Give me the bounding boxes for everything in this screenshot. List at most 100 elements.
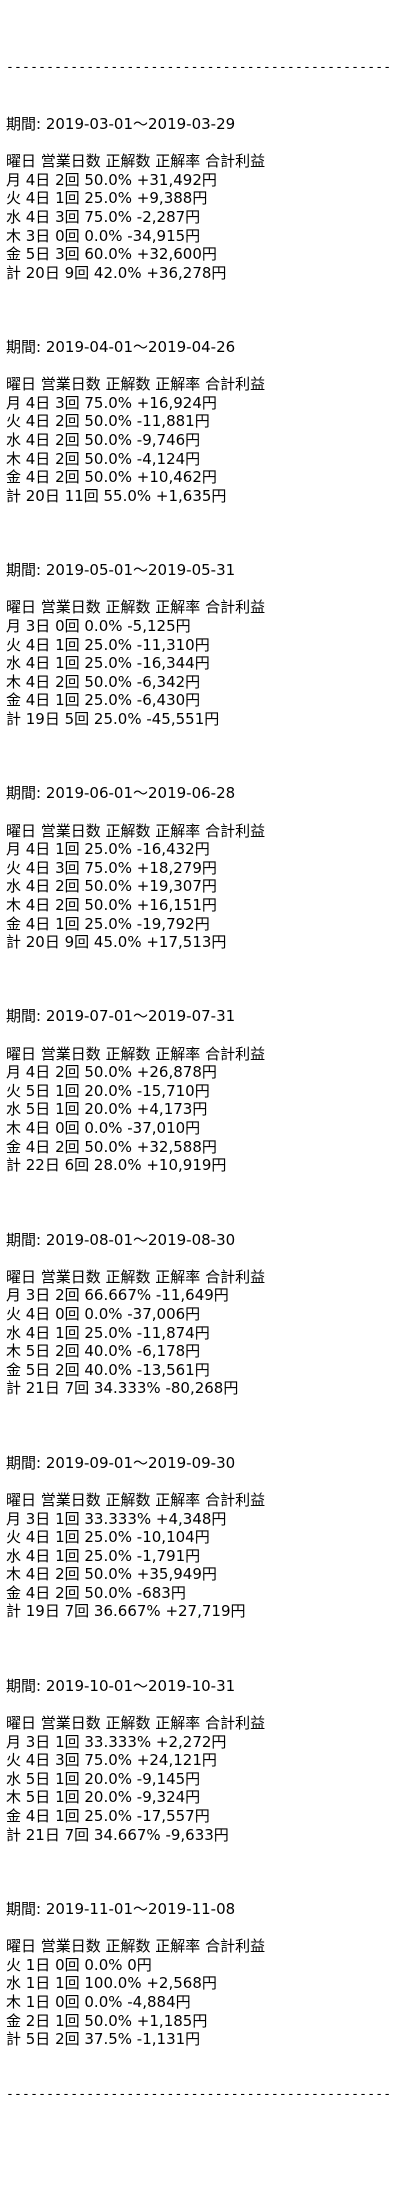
weekday-row: 月 4日 1回 25.0% -16,432円 (6, 840, 210, 859)
period-title: 期間: 2019-09-01～2019-09-30 (6, 1454, 396, 1473)
period-block: 期間: 2019-07-01～2019-07-31 曜日 営業日数 正解数 正解率… (6, 952, 396, 1175)
weekday-row: 火 4日 0回 0.0% -37,006円 (6, 1304, 201, 1323)
total-row: 計 21日 7回 34.333% -80,268円 (6, 1379, 239, 1398)
table-header: 曜日 営業日数 正解数 正解率 合計利益 (6, 152, 266, 171)
weekday-row: 水 4日 3回 75.0% -2,287円 (6, 207, 201, 226)
weekday-row: 木 4日 2回 50.0% +35,949円 (6, 1565, 217, 1584)
weekday-row: 水 4日 2回 50.0% -9,746円 (6, 431, 201, 450)
weekday-row: 木 4日 2回 50.0% -4,124円 (6, 449, 201, 468)
weekday-row: 火 4日 2回 50.0% -11,881円 (6, 412, 210, 431)
table-header: 曜日 営業日数 正解数 正解率 合計利益 (6, 1044, 266, 1063)
weekday-row: 火 4日 1回 25.0% -11,310円 (6, 635, 210, 654)
total-row: 計 19日 5回 25.0% -45,551円 (6, 709, 220, 728)
period-label: 期間: (6, 1007, 46, 1026)
weekday-row: 金 4日 1回 25.0% -19,792円 (6, 914, 210, 933)
period-range: 2019-10-01～2019-10-31 (45, 1676, 236, 1695)
weekday-row: 木 4日 2回 50.0% +16,151円 (6, 895, 217, 914)
table-header: 曜日 営業日数 正解数 正解率 合計利益 (6, 1714, 266, 1733)
report-text: ----------------------------------------… (6, 22, 396, 2123)
period-range: 2019-08-01～2019-08-30 (45, 1230, 236, 1249)
weekday-row: 火 4日 3回 75.0% +18,279円 (6, 858, 217, 877)
weekday-row: 金 5日 3回 60.0% +32,600円 (6, 245, 217, 264)
period-label: 期間: (6, 114, 46, 133)
weekday-row: 水 1日 1回 100.0% +2,568円 (6, 1974, 217, 1993)
weekday-row: 水 4日 2回 50.0% +19,307円 (6, 877, 217, 896)
period-range: 2019-11-01～2019-11-08 (45, 1899, 236, 1918)
period-range: 2019-07-01～2019-07-31 (45, 1007, 236, 1026)
period-range: 2019-06-01～2019-06-28 (45, 784, 236, 803)
weekday-row: 金 4日 2回 50.0% -683円 (6, 1583, 186, 1602)
weekday-row: 金 4日 2回 50.0% +32,588円 (6, 1137, 217, 1156)
table-header: 曜日 営業日数 正解数 正解率 合計利益 (6, 375, 266, 394)
weekday-row: 金 4日 1回 25.0% -17,557円 (6, 1807, 210, 1825)
weekday-row: 水 4日 1回 25.0% -1,791円 (6, 1546, 201, 1565)
period-label: 期間: (6, 784, 46, 803)
table-header: 曜日 営業日数 正解数 正解率 合計利益 (6, 1267, 266, 1286)
weekday-row: 木 4日 0回 0.0% -37,010円 (6, 1119, 201, 1138)
total-row: 計 20日 11回 55.0% +1,635円 (6, 486, 227, 505)
period-range: 2019-05-01～2019-05-31 (45, 561, 236, 580)
weekday-row: 木 3日 0回 0.0% -34,915円 (6, 226, 201, 245)
total-row: 計 20日 9回 45.0% +17,513円 (6, 933, 227, 952)
weekday-row: 水 5日 1回 20.0% +4,173円 (6, 1100, 208, 1119)
weekday-row: 木 4日 2回 50.0% -6,342円 (6, 672, 201, 691)
period-range: 2019-03-01～2019-03-29 (45, 114, 236, 133)
total-row: 計 21日 7回 34.667% -9,633円 (6, 1825, 229, 1844)
top-separator-rule: ----------------------------------------… (6, 60, 392, 76)
weekday-row: 月 4日 2回 50.0% +26,878円 (6, 1063, 217, 1082)
weekday-row: 水 4日 1回 25.0% -11,874円 (6, 1323, 210, 1342)
period-label: 期間: (6, 561, 46, 580)
period-block: 期間: 2019-05-01～2019-05-31 曜日 営業日数 正解数 正解率… (6, 505, 396, 728)
total-row: 計 20日 9回 42.0% +36,278円 (6, 263, 227, 282)
weekday-row: 火 1日 0回 0.0% 0円 (6, 1955, 152, 1974)
period-title: 期間: 2019-10-01～2019-10-31 (6, 1677, 396, 1696)
period-title: 期間: 2019-04-01～2019-04-26 (6, 338, 396, 357)
total-row: 計 22日 6回 28.0% +10,919円 (6, 1156, 227, 1175)
period-title: 期間: 2019-08-01～2019-08-30 (6, 1231, 396, 1250)
weekday-row: 月 4日 3回 75.0% +16,924円 (6, 393, 217, 412)
period-block: 期間: 2019-04-01～2019-04-26 曜日 営業日数 正解数 正解率… (6, 282, 396, 505)
total-row: 計 5日 2回 37.5% -1,131円 (6, 2030, 201, 2049)
period-range: 2019-04-01～2019-04-26 (45, 338, 236, 357)
weekday-row: 金 4日 1回 25.0% -6,430円 (6, 691, 201, 710)
period-block: 期間: 2019-10-01～2019-10-31 曜日 営業日数 正解数 正解率… (6, 1621, 396, 1844)
period-block: 期間: 2019-08-01～2019-08-30 曜日 営業日数 正解数 正解率… (6, 1175, 396, 1398)
weekday-row: 火 4日 1回 25.0% +9,388円 (6, 189, 208, 208)
table-header: 曜日 営業日数 正解数 正解率 合計利益 (6, 598, 266, 617)
weekday-row: 火 4日 3回 75.0% +24,121円 (6, 1751, 217, 1770)
weekday-row: 金 4日 2回 50.0% +10,462円 (6, 468, 217, 487)
period-block: 期間: 2019-03-01～2019-03-29 曜日 営業日数 正解数 正解率… (6, 115, 396, 282)
period-label: 期間: (6, 338, 46, 357)
period-label: 期間: (6, 1676, 46, 1695)
weekday-row: 水 4日 1回 25.0% -16,344円 (6, 654, 210, 673)
weekday-row: 火 4日 1回 25.0% -10,104円 (6, 1528, 210, 1547)
period-title: 期間: 2019-11-01～2019-11-08 (6, 1900, 396, 1919)
weekday-row: 金 2日 1回 50.0% +1,185円 (6, 2011, 208, 2030)
period-title: 期間: 2019-07-01～2019-07-31 (6, 1007, 396, 1026)
